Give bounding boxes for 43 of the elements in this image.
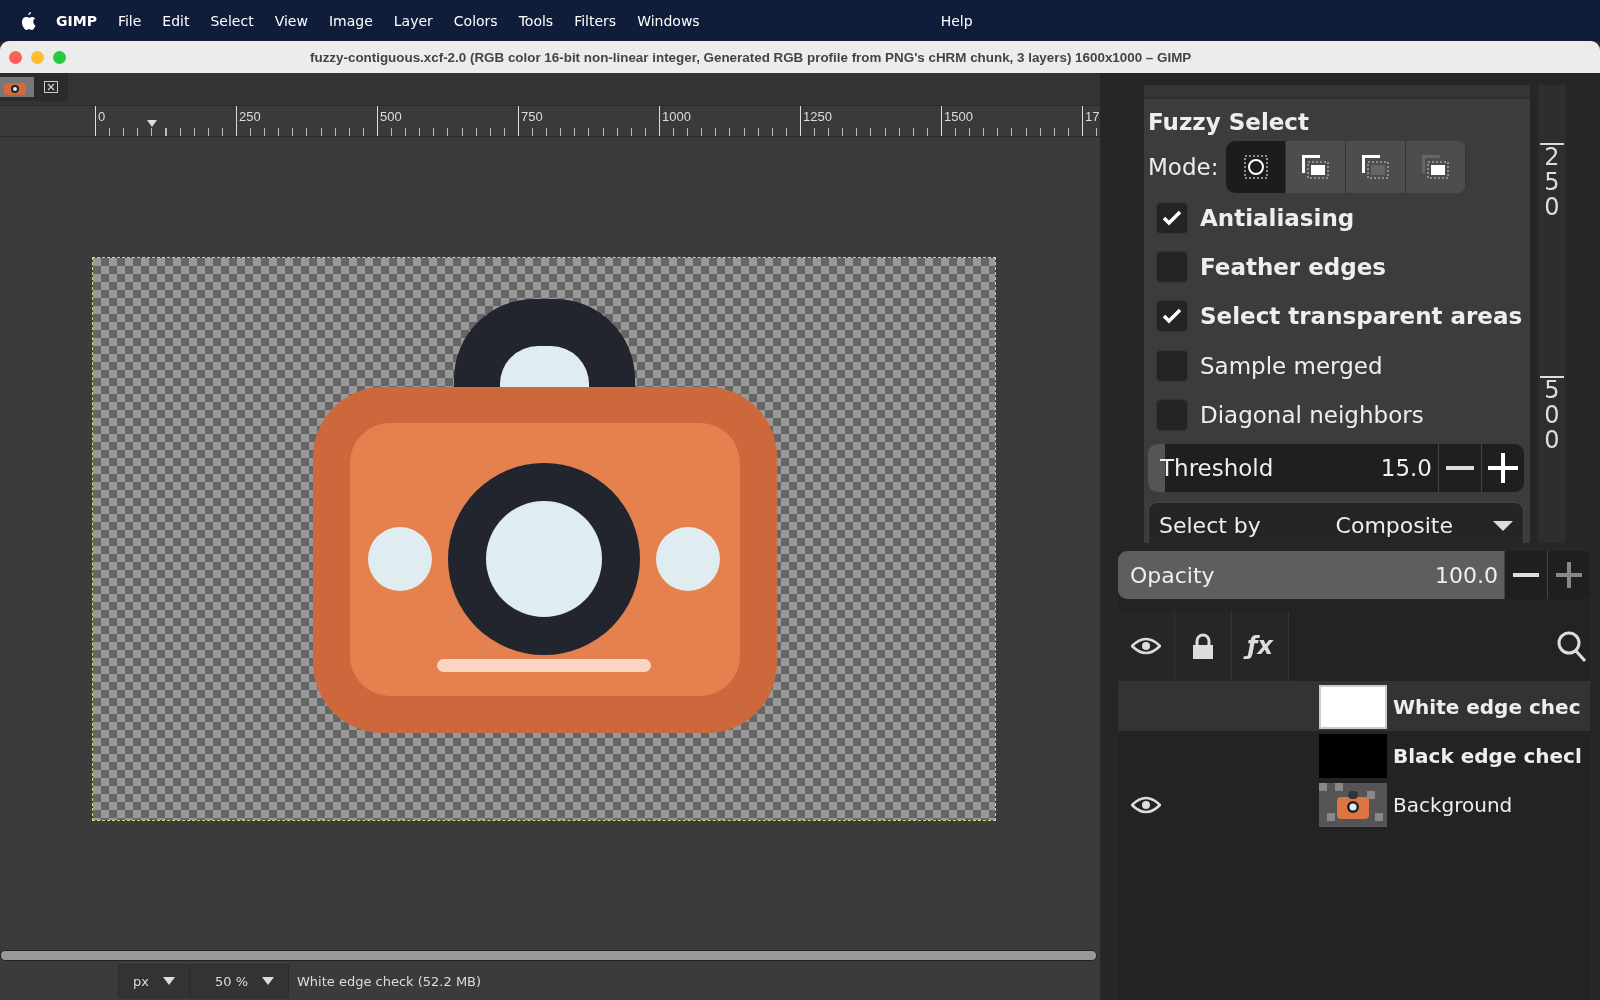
- ruler-label: 500: [1540, 375, 1564, 454]
- opacity-slider[interactable]: Opacity 100.0: [1118, 551, 1504, 599]
- ruler-label: 500: [377, 106, 518, 136]
- layer-row[interactable]: Black edge checl: [1118, 731, 1590, 780]
- status-message: White edge check (52.2 MB): [297, 973, 482, 989]
- slider-value: 100.0: [1435, 562, 1498, 588]
- option-label: Feather edges: [1200, 254, 1387, 281]
- ruler-label: 250: [236, 106, 377, 136]
- layer-row[interactable]: Background: [1118, 780, 1590, 829]
- ruler-label: 1500: [941, 106, 1082, 136]
- mode-label: Mode:: [1148, 154, 1219, 180]
- slider-label: Threshold: [1160, 454, 1274, 481]
- ruler-label: 1250: [800, 106, 941, 136]
- menu-item[interactable]: Tools: [518, 12, 554, 29]
- slider-label: Opacity: [1130, 562, 1215, 588]
- select-by-dropdown[interactable]: Select by Composite: [1148, 501, 1524, 543]
- slider-value: 15.0: [1380, 454, 1432, 481]
- option-label: Select transparent areas: [1200, 303, 1523, 330]
- menu-item[interactable]: GIMP: [56, 12, 97, 29]
- ruler-label: 1000: [659, 106, 800, 136]
- layer-name: Black edge checl: [1393, 743, 1582, 768]
- menu-item[interactable]: Windows: [637, 12, 700, 29]
- option-label: Antialiasing: [1200, 204, 1355, 231]
- layer-name: Background: [1393, 792, 1513, 817]
- layer-name: White edge chec: [1393, 694, 1581, 719]
- ruler-label: 750: [518, 106, 659, 136]
- unit-dropdown[interactable]: px: [118, 964, 190, 998]
- menu-item[interactable]: View: [274, 12, 308, 29]
- menu-item[interactable]: Colors: [453, 12, 498, 29]
- ruler-label: 250: [1540, 143, 1564, 221]
- zoom-dropdown[interactable]: 50 %: [189, 964, 289, 998]
- menu-item[interactable]: Select: [210, 12, 254, 29]
- menu-item[interactable]: Image: [328, 12, 373, 29]
- window-title: fuzzy-contiguous.xcf-2.0 (RGB color 16-bit non-linear integer, Generated RGB profile from PNG's cHRM chunk, 3 layers) 1600x1000 – GIMP: [310, 49, 1192, 65]
- option-label: Diagonal neighbors: [1200, 402, 1424, 429]
- threshold-slider[interactable]: Threshold 15.0: [1148, 443, 1438, 492]
- menu-item[interactable]: File: [117, 12, 142, 29]
- option-label: Sample merged: [1200, 352, 1383, 379]
- menu-item[interactable]: Layer: [393, 12, 433, 29]
- menu-item[interactable]: Edit: [162, 12, 190, 29]
- menu-item[interactable]: Filters: [574, 12, 617, 29]
- menu-item[interactable]: Help: [940, 12, 973, 29]
- layer-row[interactable]: White edge chec: [1118, 682, 1590, 731]
